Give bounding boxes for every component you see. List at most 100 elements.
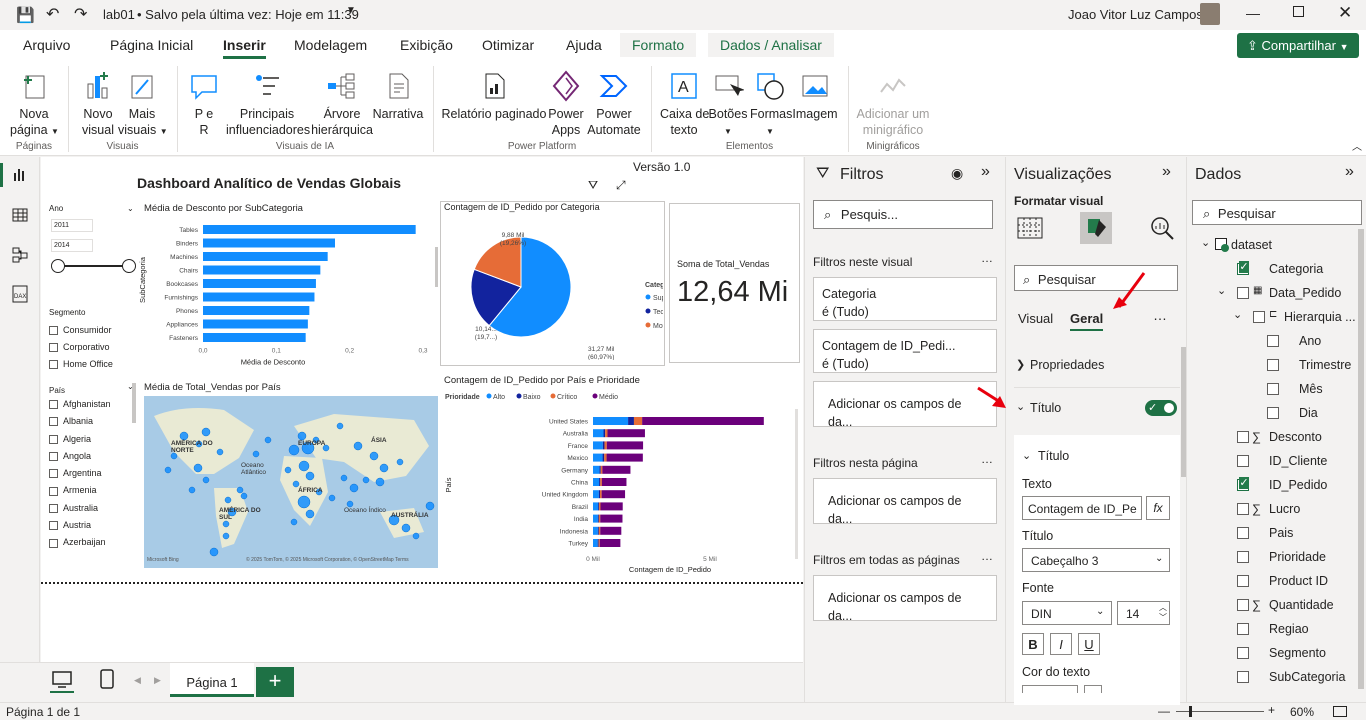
field-label[interactable]: Lucro (1269, 502, 1300, 516)
report-view-icon[interactable] (12, 167, 28, 183)
field-label[interactable]: Segmento (1269, 646, 1326, 660)
segment-option[interactable]: Home Office (49, 356, 113, 373)
collapse-icon[interactable]: » (1345, 163, 1354, 181)
field-label[interactable]: Prioridade (1269, 550, 1326, 564)
field-label[interactable]: Pais (1269, 526, 1293, 540)
country-option[interactable]: Azerbaijan (49, 534, 111, 551)
checkbox[interactable] (49, 434, 58, 444)
field-label[interactable]: Data_Pedido (1269, 286, 1341, 300)
heading-select[interactable]: Cabeçalho 3 ⌄ (1022, 548, 1170, 572)
decomposition-tree-button[interactable]: Árvore hierárquica (310, 70, 374, 138)
tab-ajuda[interactable]: Ajuda (566, 37, 602, 53)
checkbox[interactable] (49, 538, 58, 548)
collapse-icon[interactable]: » (981, 163, 990, 181)
field-label[interactable]: ID_Cliente (1269, 454, 1327, 468)
field-checkbox[interactable] (1237, 575, 1249, 587)
more-options-icon[interactable]: … (1153, 307, 1167, 323)
minimize-icon[interactable]: — (1246, 5, 1260, 21)
field-checkbox[interactable] (1237, 671, 1249, 683)
year-slider-handle[interactable] (51, 259, 65, 273)
fit-page-icon[interactable] (1333, 706, 1347, 717)
add-page-button[interactable]: + (256, 667, 294, 697)
checkbox[interactable] (49, 469, 58, 479)
chevron-down-icon[interactable]: ⌄ (1022, 449, 1031, 462)
field-checkbox[interactable] (1253, 311, 1265, 323)
close-icon[interactable]: ✕ (1338, 3, 1352, 23)
tab-geral[interactable]: Geral (1070, 311, 1104, 331)
mobile-layout-icon[interactable] (100, 669, 114, 689)
tab-modelagem[interactable]: Modelagem (294, 37, 367, 53)
chevron-left-icon[interactable]: ◀ (134, 675, 141, 686)
save-icon[interactable]: 💾 (16, 6, 35, 24)
chevron-down-icon[interactable]: ▼ (346, 5, 356, 16)
sales-by-country-map[interactable] (144, 396, 438, 568)
analytics-icon[interactable] (1149, 215, 1175, 241)
tab-dados-analisar[interactable]: Dados / Analisar (708, 33, 834, 57)
checkbox[interactable] (49, 326, 58, 336)
field-label[interactable]: Quantidade (1269, 598, 1334, 612)
narrative-button[interactable]: Narrativa (372, 70, 424, 122)
field-label[interactable]: dataset (1231, 238, 1272, 252)
buttons-button[interactable]: Botões ▼ (708, 70, 748, 140)
chevron-up-icon[interactable]: ︿ (1352, 138, 1362, 153)
tab-inserir[interactable]: Inserir (223, 37, 266, 59)
fx-button[interactable]: fx (1146, 496, 1170, 520)
scrollbar[interactable] (795, 409, 798, 559)
more-options-icon[interactable]: … (981, 251, 993, 265)
tab-pagina-inicial[interactable]: Página Inicial (110, 37, 193, 53)
field-checkbox[interactable] (1267, 359, 1279, 371)
eye-icon[interactable]: ◉ (951, 165, 963, 182)
field-label[interactable]: Product ID (1269, 574, 1328, 588)
segment-option[interactable]: Corporativo (49, 339, 113, 356)
title-section[interactable]: ⌄ Título ✓ (1006, 395, 1182, 423)
field-checkbox[interactable] (1237, 503, 1249, 515)
zoom-out-icon[interactable]: — (1158, 704, 1170, 718)
orders-by-category-pie[interactable]: 31,27 Mil(60,97%) 10,14...(19,7...) 9,88 M… (441, 215, 663, 360)
add-field-dropzone[interactable]: Adicionar os campos de da... (813, 575, 997, 623)
model-view-icon[interactable] (12, 247, 28, 263)
build-visual-icon[interactable] (1017, 215, 1043, 241)
checkbox[interactable] (49, 521, 58, 531)
year-slider-handle[interactable] (122, 259, 136, 273)
filter-card-contagem[interactable]: Contagem de ID_Pedi... é (Tudo) (813, 329, 997, 373)
chevron-down-icon[interactable]: ⌄ (1217, 284, 1226, 297)
field-label[interactable]: Dia (1299, 406, 1318, 420)
dax-query-icon[interactable]: DAX (12, 285, 28, 303)
filters-search-input[interactable]: ⌕ Pesquis... (813, 200, 993, 229)
fx-button[interactable] (1084, 685, 1102, 693)
field-label[interactable]: Trimestre (1299, 358, 1351, 372)
chevron-down-icon[interactable]: ⌄ (127, 204, 134, 213)
country-option[interactable]: Argentina (49, 465, 111, 482)
data-search-input[interactable]: ⌕ Pesquisar (1192, 200, 1362, 225)
year-to-input[interactable]: 2014 (51, 239, 93, 252)
more-options-icon[interactable]: … (981, 452, 993, 466)
field-checkbox[interactable] (1237, 287, 1249, 299)
checkbox[interactable] (49, 503, 58, 513)
scrollbar[interactable] (1358, 229, 1364, 689)
image-button[interactable]: Imagem (792, 70, 838, 122)
desktop-layout-icon[interactable] (52, 671, 72, 689)
field-checkbox[interactable] (1267, 407, 1279, 419)
country-option[interactable]: Angola (49, 448, 111, 465)
country-option[interactable]: Armenia (49, 482, 111, 499)
zoom-in-icon[interactable]: + (1268, 703, 1275, 717)
shapes-button[interactable]: Formas ▼ (750, 70, 792, 140)
undo-icon[interactable]: ↶ (46, 4, 59, 24)
scrollbar[interactable] (435, 247, 438, 287)
field-label[interactable]: Categoria (1269, 262, 1323, 276)
redo-icon[interactable]: ↷ (74, 4, 87, 24)
share-button[interactable]: ⇪ Compartilhar ▼ (1237, 33, 1359, 58)
field-checkbox[interactable] (1237, 551, 1249, 563)
field-label[interactable]: ID_Pedido (1269, 478, 1327, 492)
checkbox[interactable] (49, 343, 58, 353)
tab-exibicao[interactable]: Exibição (400, 37, 453, 53)
field-checkbox[interactable] (1267, 383, 1279, 395)
bold-button[interactable]: B (1022, 633, 1044, 655)
checkbox[interactable] (49, 417, 58, 427)
tab-visual[interactable]: Visual (1018, 311, 1053, 326)
country-option[interactable]: Afghanistan (49, 396, 111, 413)
orders-by-country-priority-chart[interactable]: Prioridade Alto Baixo Crítico Médio United St… (441, 385, 803, 581)
chevron-down-icon[interactable]: ⌄ (127, 382, 134, 391)
field-label[interactable]: Mês (1299, 382, 1323, 396)
field-checkbox[interactable] (1237, 527, 1249, 539)
